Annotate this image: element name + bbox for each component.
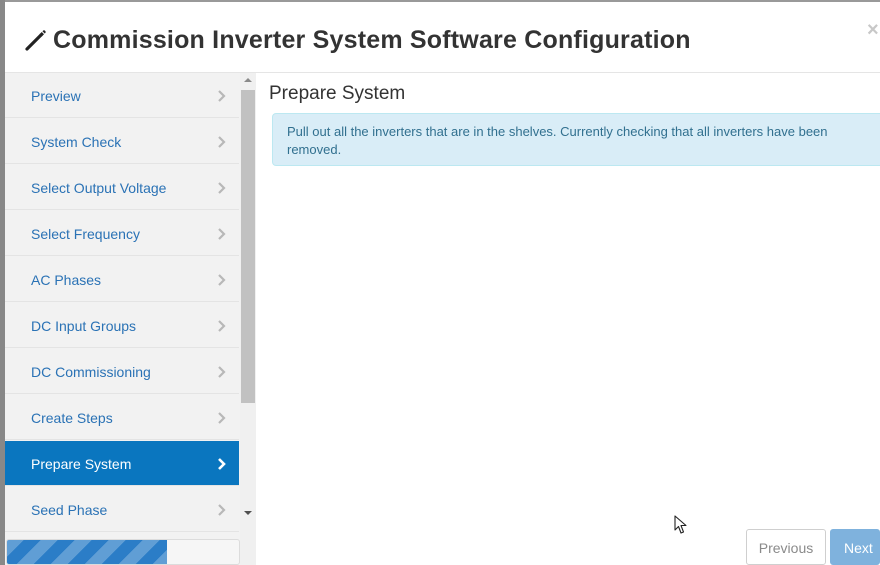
chevron-right-icon xyxy=(218,90,226,102)
step-heading: Prepare System xyxy=(269,83,406,104)
sidebar-item-label: Select Frequency xyxy=(31,226,140,242)
dialog-header: Commission Inverter System Software Conf… xyxy=(5,2,880,73)
scroll-up-arrow-icon[interactable] xyxy=(244,78,252,82)
dialog-title: Commission Inverter System Software Conf… xyxy=(53,26,691,54)
sidebar-item-dc-commissioning[interactable]: DC Commissioning xyxy=(5,349,239,394)
chevron-right-icon xyxy=(218,458,226,470)
sidebar-item-label: DC Commissioning xyxy=(31,364,151,380)
sidebar-item-label: DC Input Groups xyxy=(31,318,137,334)
sidebar-scrollbar[interactable] xyxy=(240,73,256,565)
sidebar-item-seed-phase[interactable]: Seed Phase xyxy=(5,487,239,532)
sidebar-item-system-check[interactable]: System Check xyxy=(5,119,239,164)
sidebar-item-ac-phases[interactable]: AC Phases xyxy=(5,257,239,302)
previous-button[interactable]: Previous xyxy=(746,529,826,565)
next-button[interactable]: Next xyxy=(830,529,880,565)
sidebar-item-label: Prepare System xyxy=(31,456,132,472)
chevron-right-icon xyxy=(218,274,226,286)
sidebar-item-select-output-voltage[interactable]: Select Output Voltage xyxy=(5,165,239,210)
chevron-right-icon xyxy=(218,504,226,516)
chevron-right-icon xyxy=(218,228,226,240)
sidebar-item-select-frequency[interactable]: Select Frequency xyxy=(5,211,239,256)
sidebar-item-create-steps[interactable]: Create Steps xyxy=(5,395,239,440)
sidebar-item-label: Create Steps xyxy=(31,410,113,426)
mouse-cursor-icon xyxy=(674,515,687,534)
wizard-step-list: Preview System Check Select Output Voltage… xyxy=(5,73,240,565)
sidebar-item-label: Select Output Voltage xyxy=(31,180,167,196)
sidebar-item-label: Preview xyxy=(31,88,81,104)
close-icon[interactable]: × xyxy=(867,20,880,40)
sidebar-item-label: System Check xyxy=(31,134,122,150)
info-alert: Pull out all the inverters that are in t… xyxy=(272,113,880,166)
progress-fill xyxy=(7,540,168,564)
chevron-right-icon xyxy=(218,136,226,148)
chevron-right-icon xyxy=(218,412,226,424)
scroll-down-arrow-icon[interactable] xyxy=(244,511,252,515)
scrollbar-thumb[interactable] xyxy=(241,90,255,403)
sidebar-item-prepare-system[interactable]: Prepare System xyxy=(5,441,239,486)
step-content: Prepare System Pull out all the inverter… xyxy=(256,73,880,565)
sidebar-item-dc-input-groups[interactable]: DC Input Groups xyxy=(5,303,239,348)
chevron-right-icon xyxy=(218,366,226,378)
sidebar-item-label: AC Phases xyxy=(31,272,102,288)
magic-wand-icon xyxy=(25,30,46,51)
wizard-progress-bar xyxy=(6,539,240,565)
sidebar-item-label: Seed Phase xyxy=(31,502,108,518)
chevron-right-icon xyxy=(218,182,226,194)
chevron-right-icon xyxy=(218,320,226,332)
sidebar-item-preview[interactable]: Preview xyxy=(5,73,239,118)
